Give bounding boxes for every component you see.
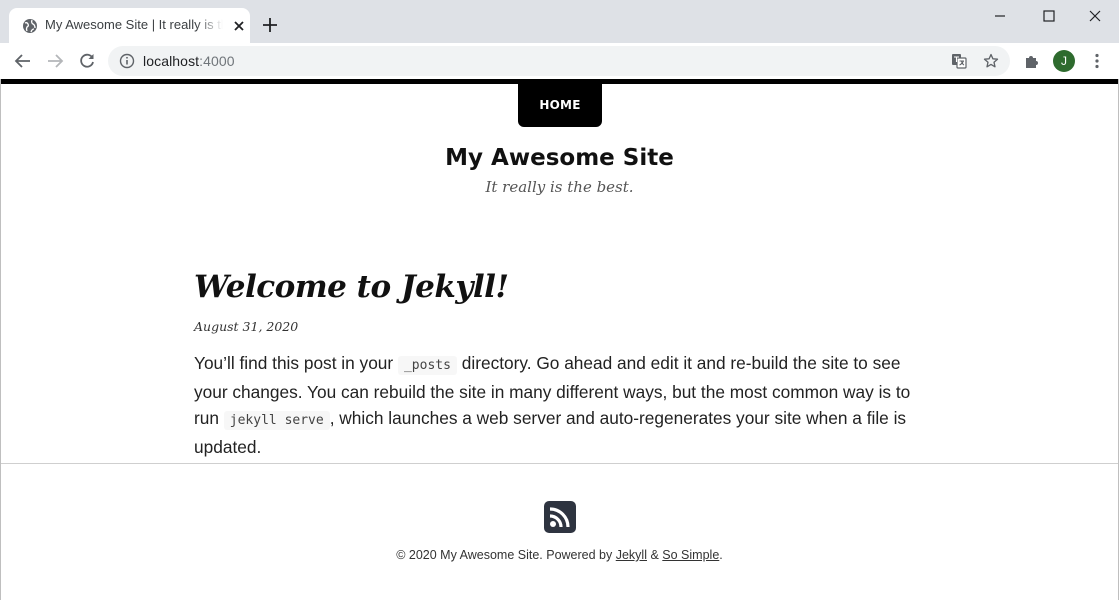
- browser-toolbar: localhost:4000 J: [0, 43, 1119, 79]
- footer-text: © 2020 My Awesome Site. Powered by Jekyl…: [396, 548, 723, 562]
- code-jekyll-serve: jekyll serve: [223, 411, 330, 430]
- reload-icon[interactable]: [78, 52, 96, 70]
- so-simple-link[interactable]: So Simple: [662, 548, 719, 562]
- post-title[interactable]: Welcome to Jekyll!: [194, 269, 509, 305]
- post-date: August 31, 2020: [194, 319, 299, 334]
- maximize-icon[interactable]: [1039, 6, 1059, 26]
- site-title[interactable]: My Awesome Site: [1, 145, 1118, 171]
- window-close-icon[interactable]: [1085, 6, 1105, 26]
- jekyll-link[interactable]: Jekyll: [616, 548, 647, 562]
- globe-icon: [23, 19, 37, 33]
- browser-tabstrip: My Awesome Site | It really is the best.: [0, 0, 1119, 43]
- code-posts: _posts: [397, 356, 457, 375]
- translate-icon[interactable]: [951, 53, 967, 69]
- page-viewport: HOME My Awesome Site It really is the be…: [0, 79, 1119, 600]
- site-description: It really is the best.: [485, 178, 634, 196]
- url-text[interactable]: localhost:4000: [143, 53, 235, 69]
- plus-icon[interactable]: [260, 15, 280, 35]
- back-arrow-icon[interactable]: [14, 52, 32, 70]
- browser-tab-active[interactable]: My Awesome Site | It really is the best.: [9, 8, 250, 43]
- minimize-icon[interactable]: [990, 6, 1010, 26]
- avatar[interactable]: J: [1053, 50, 1075, 72]
- nav-home-link[interactable]: HOME: [518, 79, 602, 127]
- star-icon[interactable]: [983, 53, 999, 69]
- address-bar[interactable]: localhost:4000: [108, 46, 1010, 76]
- forward-arrow-icon[interactable]: [46, 52, 64, 70]
- puzzle-icon[interactable]: [1023, 52, 1041, 70]
- info-icon[interactable]: [119, 53, 135, 69]
- footer-divider: [1, 463, 1118, 464]
- post-body: You’ll find this post in your _posts dir…: [194, 353, 911, 457]
- close-icon[interactable]: [231, 18, 247, 34]
- kebab-menu-icon[interactable]: [1088, 52, 1106, 70]
- tab-title: My Awesome Site | It really is the best.: [45, 17, 223, 32]
- rss-feed-icon[interactable]: [544, 501, 576, 533]
